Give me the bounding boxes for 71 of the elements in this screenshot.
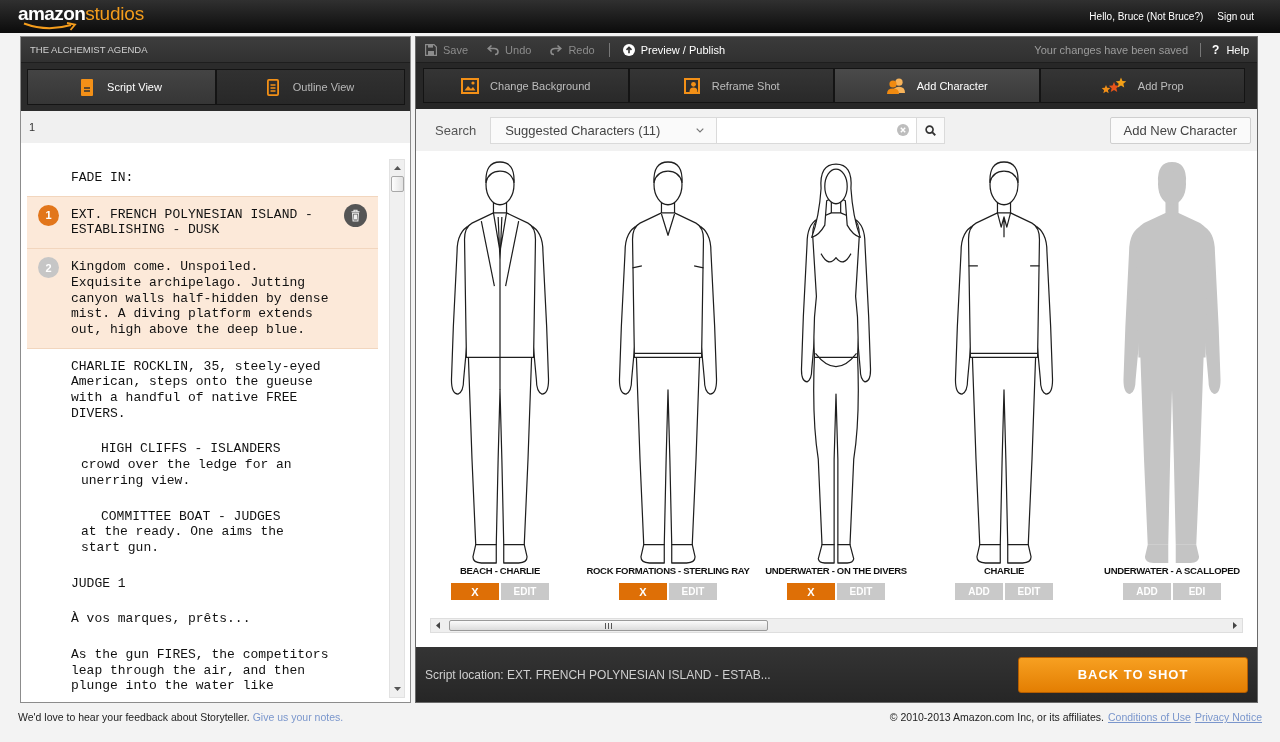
- trash-icon[interactable]: [344, 203, 367, 227]
- shot-text: at the ready. One aims the start gun.: [81, 524, 285, 557]
- scrollbar-thumb[interactable]: [390, 176, 404, 192]
- scroll-left-icon[interactable]: [436, 622, 440, 629]
- action-text: Kingdom come. Unspoiled. Exquisite archipelago. Jutting canyon walls half-hidden by dense mist. A diving platform extends out, high above the deep blue.: [71, 258, 330, 339]
- vertical-scrollbar[interactable]: [389, 159, 405, 698]
- tool-tab[interactable]: Add Character: [834, 68, 1040, 103]
- character-cue: JUDGE 1: [71, 574, 127, 593]
- footer-link[interactable]: Conditions of Use: [1108, 711, 1191, 723]
- grip-icon: [605, 622, 612, 629]
- view-tab[interactable]: Script View: [27, 69, 216, 105]
- page-number: 1: [29, 121, 36, 133]
- character-name: BEACH - CHARLIE: [460, 565, 540, 577]
- highlighted-block[interactable]: 1 EXT. FRENCH POLYNESIAN ISLAND - ESTABLISHING - DUSK: [27, 195, 378, 249]
- search-label: Search: [435, 122, 477, 138]
- undo-icon: [487, 43, 500, 56]
- upload-icon: [622, 43, 635, 56]
- remove-button[interactable]: X: [451, 583, 499, 600]
- scroll-down-icon[interactable]: [393, 687, 401, 691]
- tool-tab[interactable]: Change Background: [423, 68, 629, 103]
- highlighted-block[interactable]: 2 Kingdom come. Unspoiled. Exquisite archipelago. Jutting canyon walls half-hidden by dense mist. A diving platform extends out, high above the deep blue.: [27, 248, 378, 348]
- picture-icon: [461, 77, 480, 94]
- outline-document-icon: [266, 78, 279, 96]
- sign-out-link[interactable]: Sign out: [1217, 11, 1254, 22]
- search-icon: [925, 124, 937, 136]
- document-icon: [81, 78, 94, 96]
- character-name: UNDERWATER - A SCALLOPED: [1104, 565, 1240, 577]
- view-tab[interactable]: Outline View: [216, 69, 405, 105]
- redo-icon: [550, 43, 563, 56]
- character-name: ROCK FORMATIONS - STERLING RAY: [586, 565, 750, 577]
- save-icon: [425, 43, 437, 56]
- search-field[interactable]: [717, 116, 918, 144]
- scrollbar-thumb[interactable]: [449, 620, 768, 631]
- scene-heading: EXT. FRENCH POLYNESIAN ISLAND - ESTABLISHING - DUSK: [71, 205, 314, 240]
- scene-number[interactable]: 1: [38, 204, 59, 226]
- stars-icon: [1100, 76, 1127, 95]
- scroll-right-icon[interactable]: [1233, 622, 1237, 629]
- tool-tab[interactable]: Reframe Shot: [628, 68, 834, 103]
- help-button[interactable]: ? Help: [1212, 42, 1249, 57]
- shot-heading: COMMITTEE BOAT - JUDGES: [101, 507, 282, 525]
- action-text: As the gun FIRES, the competitors leap through the air, and then plunge into the water like: [71, 646, 330, 696]
- scroll-up-icon[interactable]: [393, 166, 401, 170]
- feedback-text: We'd love to hear your feedback about Storyteller. Give us your notes.: [18, 711, 344, 723]
- copyright-text: © 2010-2013 Amazon.com Inc, or its affiliates.: [889, 711, 1104, 723]
- character-name: UNDERWATER - ON THE DIVERS: [765, 565, 907, 577]
- tool-tab[interactable]: Add Prop: [1039, 68, 1245, 103]
- people-icon: [885, 77, 906, 94]
- action-text: CHARLIE ROCKLIN, 35, steely-eyed American, steps onto the gueuse with a handful of native FREE DIVERS.: [71, 357, 322, 423]
- save-status: Your changes have been saved: [1034, 43, 1189, 56]
- back-to-shot-button[interactable]: BACK TO SHOT: [1018, 656, 1248, 693]
- transition-text: FADE IN:: [71, 169, 135, 187]
- logo: amazonstudios: [18, 2, 144, 25]
- preview-button[interactable]: Preview / Publish: [622, 43, 726, 56]
- feedback-link[interactable]: Give us your notes.: [252, 711, 344, 723]
- shot-text: crowd over the ledge for an unerring view.: [81, 457, 293, 490]
- greeting-text: Hello, Bruce (Not Bruce?): [1089, 11, 1204, 22]
- add-new-character-button[interactable]: Add New Character: [1109, 116, 1251, 144]
- dialogue-text: À vos marques, prêts...: [71, 610, 252, 629]
- framed-person-icon: [682, 77, 701, 94]
- footer-link[interactable]: Privacy Notice: [1194, 711, 1262, 723]
- script-title: THE ALCHEMIST AGENDA: [30, 44, 148, 55]
- remove-button[interactable]: X: [787, 583, 835, 600]
- chevron-down-icon: [696, 127, 705, 133]
- horizontal-scrollbar[interactable]: [430, 618, 1243, 633]
- smile-arrow-icon: [23, 21, 77, 31]
- remove-button[interactable]: X: [619, 583, 667, 600]
- shot-heading: HIGH CLIFFS - ISLANDERS: [101, 440, 282, 458]
- character-name: CHARLIE: [983, 565, 1025, 577]
- script-location: Script location: EXT. FRENCH POLYNESIAN ISLAND - ESTAB...: [425, 667, 771, 682]
- search-button[interactable]: [917, 116, 946, 144]
- character-filter-dropdown[interactable]: Suggested Characters (11): [490, 116, 718, 144]
